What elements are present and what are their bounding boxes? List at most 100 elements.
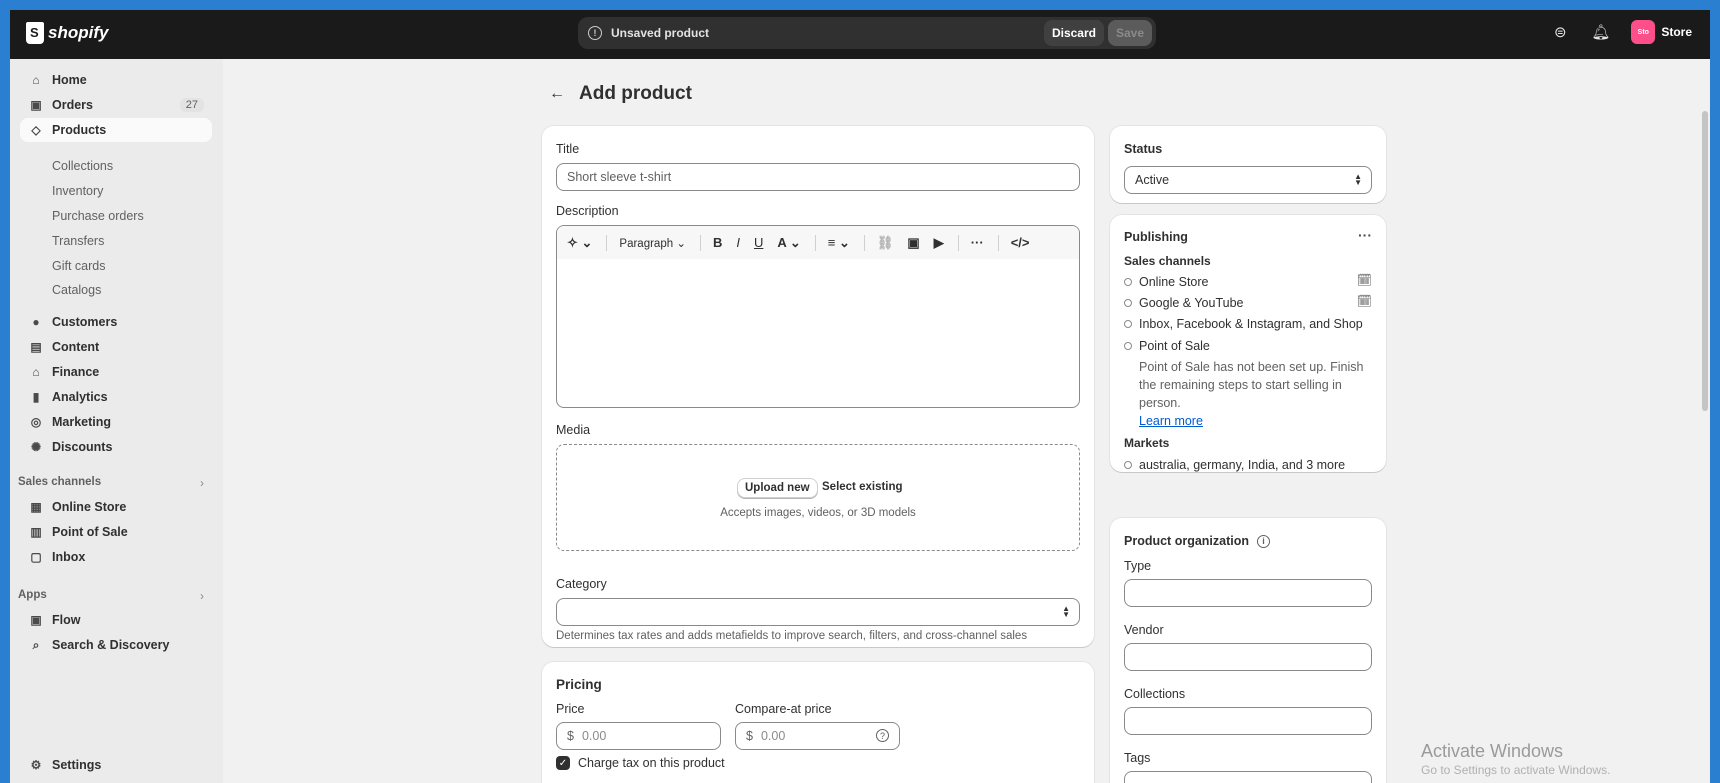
link-icon[interactable]: ⛓ <box>877 235 894 251</box>
save-button[interactable]: Save <box>1107 20 1152 46</box>
calendar-schedule-icon[interactable]: 🗓︎ <box>1357 273 1372 287</box>
scrollbar[interactable] <box>1700 59 1710 783</box>
sidebar-item-online-store[interactable]: ▦ Online Store <box>20 495 212 519</box>
paragraph-dropdown[interactable]: Paragraph ⌄ <box>619 236 686 250</box>
channel-label: Inbox, Facebook & Instagram, and Shop <box>1139 317 1363 331</box>
align-icon[interactable]: ≡ ⌄ <box>828 235 850 251</box>
sidebar-item-label: Settings <box>52 758 102 772</box>
bell-icon[interactable]: 🔔︎ <box>1591 23 1610 41</box>
upload-new-button[interactable]: Upload new <box>737 478 818 498</box>
circle-icon <box>1124 278 1132 286</box>
media-dropzone[interactable]: Upload new Select existing Accepts image… <box>556 444 1080 551</box>
pos-note-line: person. <box>1139 396 1181 410</box>
pos-note-line: the remaining steps to start selling in <box>1139 378 1342 392</box>
collections-input[interactable] <box>1124 707 1372 735</box>
checkbox-checked-icon[interactable]: ✓ <box>556 756 570 770</box>
sidebar-item-finance[interactable]: ⌂ Finance <box>20 360 212 384</box>
chevron-right-icon[interactable]: › <box>200 476 204 490</box>
compare-price-input[interactable]: $ 0.00 ? <box>735 722 900 750</box>
media-label: Media <box>556 423 591 437</box>
sidebar-item-settings[interactable]: ⚙ Settings <box>20 753 212 777</box>
image-icon[interactable]: ▣ <box>907 235 919 251</box>
description-editor[interactable]: ✧ ⌄ Paragraph ⌄ B I U A ⌄ ≡ ⌄ ⛓ ▣ ▶ ··· … <box>556 225 1080 408</box>
info-icon[interactable]: i <box>1257 534 1270 548</box>
toolbar-divider <box>957 234 959 251</box>
sidekick-icon[interactable]: ⊜ <box>1551 23 1569 41</box>
sidebar-item-label: Point of Sale <box>52 525 128 539</box>
shopify-logo[interactable]: shopify <box>26 22 108 44</box>
collections-label: Collections <box>1124 687 1186 701</box>
more-icon[interactable]: ··· <box>971 235 984 250</box>
price-input[interactable]: $ 0.00 <box>556 722 721 750</box>
charge-tax-row[interactable]: ✓ Charge tax on this product <box>556 756 725 770</box>
store-menu[interactable]: Sto Store <box>1631 20 1692 44</box>
sidebar-item-label: Marketing <box>52 415 112 429</box>
sidebar-sub-inventory[interactable]: Inventory <box>52 184 103 198</box>
sidebar-item-analytics[interactable]: ▮ Analytics <box>20 385 212 409</box>
sidebar-item-content[interactable]: ▤ Content <box>20 335 212 359</box>
italic-icon[interactable]: I <box>736 235 740 250</box>
sidebar-item-label: Inbox <box>52 550 86 564</box>
status-select[interactable]: Active ▲ ▼ <box>1124 166 1372 194</box>
sidebar-sub-purchase-orders[interactable]: Purchase orders <box>52 209 144 223</box>
more-horizontal-icon[interactable]: ··· <box>1358 227 1372 243</box>
discard-button[interactable]: Discard <box>1043 20 1104 46</box>
publishing-heading: Publishing <box>1124 230 1188 244</box>
scrollbar-thumb[interactable] <box>1702 111 1708 411</box>
paragraph-label: Paragraph <box>619 237 674 250</box>
tags-input[interactable] <box>1124 771 1372 783</box>
vendor-input[interactable] <box>1124 643 1372 671</box>
select-existing-button[interactable]: Select existing <box>822 481 903 493</box>
currency-symbol: $ <box>746 729 753 743</box>
apps-section-label[interactable]: Apps <box>18 589 47 601</box>
pos-icon: ▥ <box>30 525 42 539</box>
unsaved-changes-bar: ! Unsaved product Discard Save <box>578 17 1156 49</box>
sidebar-item-point-of-sale[interactable]: ▥ Point of Sale <box>20 520 212 544</box>
brand-name: shopify <box>48 23 109 42</box>
type-input[interactable] <box>1124 579 1372 607</box>
sidebar-item-label: Discounts <box>52 440 113 454</box>
video-icon[interactable]: ▶ <box>934 235 944 251</box>
bar-chart-icon: ▮ <box>32 390 40 404</box>
sidebar-sub-transfers[interactable]: Transfers <box>52 234 104 248</box>
tags-label: Tags <box>1124 751 1151 765</box>
sidebar-item-products[interactable]: ◇ Products <box>20 118 212 142</box>
sidebar: ⌂ Home ▣ Orders 27 ◇ Products Collection… <box>10 59 223 783</box>
underline-icon[interactable]: U <box>754 235 763 250</box>
sidebar-item-search-discovery[interactable]: ⌕ Search & Discovery <box>20 633 212 657</box>
person-icon: ● <box>32 315 40 329</box>
sidebar-item-customers[interactable]: ● Customers <box>20 310 212 334</box>
category-hint: Determines tax rates and adds metafields… <box>556 630 1028 642</box>
select-arrows-icon: ▲ ▼ <box>1062 604 1070 619</box>
help-icon[interactable]: ? <box>876 729 889 742</box>
title-label: Title <box>556 142 580 156</box>
sidebar-item-inbox[interactable]: ▢ Inbox <box>20 545 212 569</box>
text-color-icon[interactable]: A ⌄ <box>777 235 800 251</box>
chevron-right-icon[interactable]: › <box>200 589 204 603</box>
bold-icon[interactable]: B <box>713 235 722 250</box>
learn-more-link[interactable]: Learn more <box>1139 412 1363 430</box>
category-select[interactable]: ▲ ▼ <box>556 598 1080 626</box>
inbox-icon: ▣ <box>30 98 42 112</box>
storefront-icon: ▦ <box>30 500 42 514</box>
sidebar-sub-gift-cards[interactable]: Gift cards <box>52 259 106 273</box>
magic-icon[interactable]: ✧ ⌄ <box>567 235 592 251</box>
sidebar-item-discounts[interactable]: ✺ Discounts <box>20 435 212 459</box>
calendar-schedule-icon[interactable]: 🗓︎ <box>1357 294 1372 308</box>
channel-label: Online Store <box>1139 275 1209 289</box>
sidebar-item-label: Search & Discovery <box>52 638 170 652</box>
back-arrow-icon[interactable]: ← <box>549 85 565 103</box>
top-bar: shopify ! Unsaved product Discard Save ⊜… <box>10 10 1710 59</box>
sidebar-sub-collections[interactable]: Collections <box>52 159 113 173</box>
sidebar-item-flow[interactable]: ▣ Flow <box>20 608 212 632</box>
title-input[interactable]: Short sleeve t-shirt <box>556 163 1080 191</box>
sales-channels-section-label[interactable]: Sales channels <box>18 476 101 488</box>
sidebar-item-home[interactable]: ⌂ Home <box>20 68 212 92</box>
sidebar-item-orders[interactable]: ▣ Orders 27 <box>20 93 212 117</box>
sidebar-item-marketing[interactable]: ◎ Marketing <box>20 410 212 434</box>
sidebar-sub-catalogs[interactable]: Catalogs <box>52 283 101 297</box>
sidebar-item-label: Customers <box>52 315 118 329</box>
category-label: Category <box>556 577 607 591</box>
code-icon[interactable]: </> <box>1011 235 1030 250</box>
sidebar-item-label: Content <box>52 340 100 354</box>
